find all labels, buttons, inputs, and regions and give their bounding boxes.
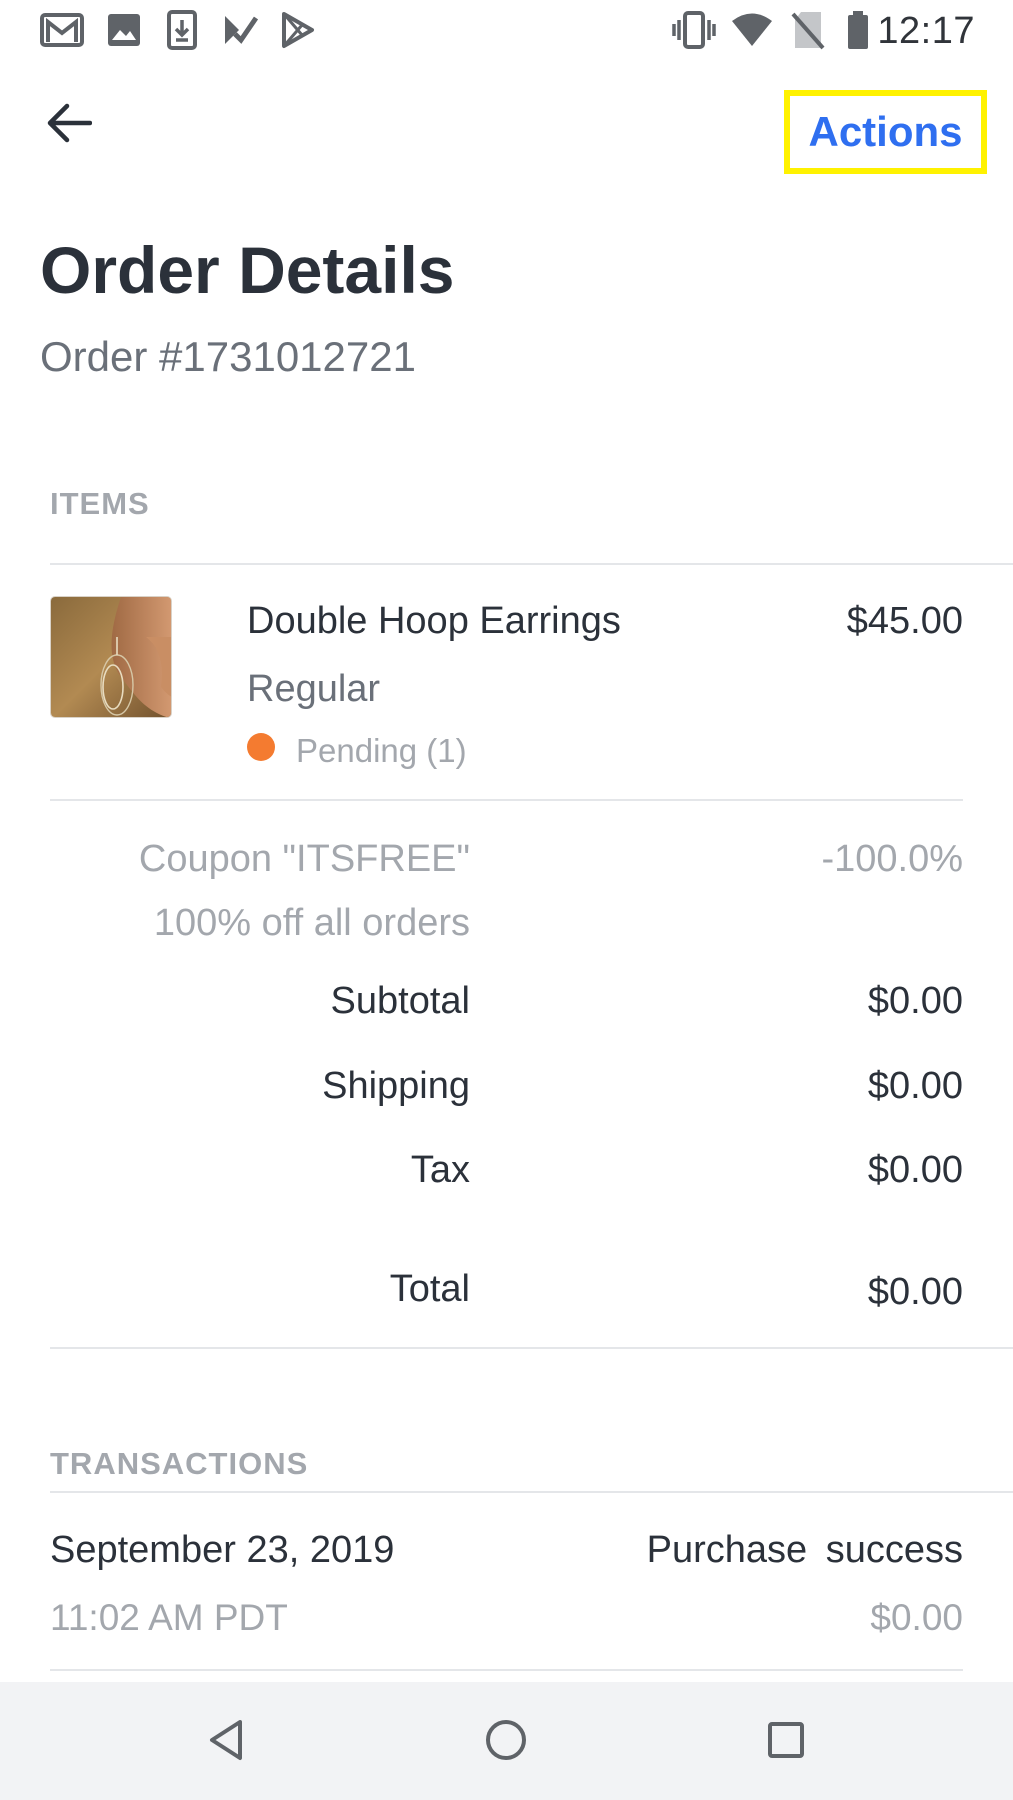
nav-home-button[interactable] [466,1702,546,1782]
coupon-label: Coupon "ITSFREE" [138,838,470,880]
summary-divider [50,1347,1013,1349]
battery-icon [836,8,880,52]
tax-value: $0.00 [867,1149,963,1191]
transactions-bottom-divider [50,1669,963,1671]
transaction-amount: $0.00 [870,1597,963,1638]
total-value: $0.00 [867,1271,963,1313]
coupon-description: 100% off all orders [153,902,470,944]
item-thumbnail [50,596,172,718]
nav-home-icon [484,1718,528,1767]
item-variant: Regular [247,668,381,710]
transaction-time: 11:02 AM PDT [50,1597,288,1638]
transaction-date: September 23, 2019 [50,1529,395,1571]
subtotal-value: $0.00 [867,980,963,1022]
transactions-section-heading: TRANSACTIONS [50,1446,309,1481]
order-number: Order #1731012721 [40,333,416,380]
back-button[interactable] [36,92,102,158]
shipping-label: Shipping [322,1065,470,1107]
tax-label: Tax [410,1149,470,1191]
item-price: $45.00 [846,600,963,642]
total-label: Total [389,1268,470,1310]
item-status: Pending (1) [296,732,467,769]
tasks-icon [218,8,262,52]
subtotal-label: Subtotal [330,980,470,1022]
status-dot [247,733,275,761]
items-bottom-divider [50,799,963,801]
arrow-back-icon [46,103,93,148]
image-icon [102,8,146,52]
vibrate-icon [672,8,716,52]
coupon-value: -100.0% [821,838,963,880]
transaction-type: Purchase success [646,1529,963,1571]
item-name: Double Hoop Earrings [247,600,621,642]
nav-recents-button[interactable] [746,1702,826,1782]
nav-back-icon [206,1718,246,1767]
nav-back-button[interactable] [186,1702,266,1782]
transactions-top-divider [50,1491,1013,1493]
gmail-icon [40,8,84,52]
items-top-divider [50,563,1013,565]
page-title: Order Details [40,233,455,307]
items-section-heading: ITEMS [50,486,150,521]
status-time: 12:17 [877,10,975,52]
system-nav-bar [0,1682,1013,1800]
actions-button[interactable]: Actions [784,90,987,174]
play-store-icon [276,8,320,52]
download-icon [160,8,204,52]
nav-recents-icon [766,1720,806,1765]
status-bar: 12:17 [0,0,1013,60]
shipping-value: $0.00 [867,1065,963,1107]
no-sim-icon [786,8,830,52]
wifi-icon [730,8,774,52]
